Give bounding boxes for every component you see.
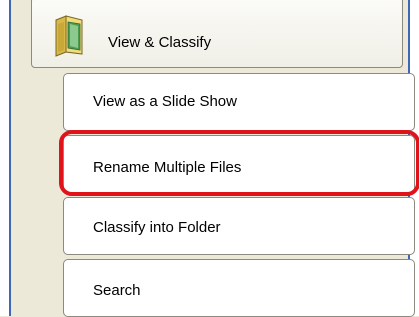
slide-show-label: View as a Slide Show <box>93 93 237 110</box>
rename-multiple-files-button[interactable]: Rename Multiple Files <box>63 135 415 193</box>
classify-into-folder-button[interactable]: Classify into Folder <box>63 197 415 255</box>
slide-show-button[interactable]: View as a Slide Show <box>63 73 415 131</box>
left-window-frame <box>0 0 11 316</box>
classify-into-folder-label: Classify into Folder <box>93 219 221 236</box>
task-panel: View & Classify View as a Slide Show Ren… <box>11 0 419 317</box>
rename-multiple-files-label: Rename Multiple Files <box>93 159 242 176</box>
view-classify-header-button[interactable]: View & Classify <box>31 0 403 68</box>
search-label: Search <box>93 282 141 299</box>
header-label: View & Classify <box>108 34 212 51</box>
folder-icon <box>52 14 92 58</box>
search-button[interactable]: Search <box>63 259 415 317</box>
